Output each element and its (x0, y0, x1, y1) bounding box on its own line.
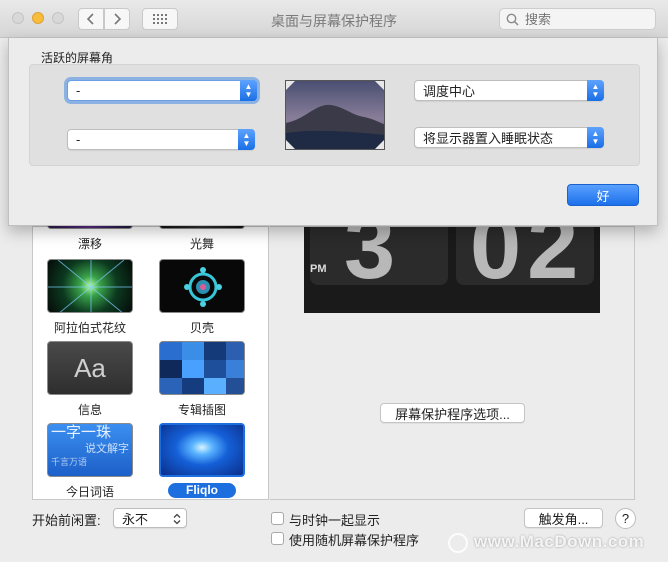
window-titlebar: 桌面与屏幕保护程序 (0, 0, 668, 38)
screensaver-label: 光舞 (189, 237, 214, 251)
hot-corners-sheet: 活跃的屏幕角 - ▲ ▼ - ▲ ▼ 调度中心 ▲ ▼ 将显示器置入睡眠状态 ▲ ▼ (8, 38, 658, 226)
screensaver-label-selected: Fliqlo (168, 483, 236, 498)
show-with-clock-checkbox[interactable] (271, 512, 284, 525)
bottom-left-corner-value: - (76, 132, 81, 147)
preview-pane: 3 02 PM 屏幕保护程序选项... (270, 226, 635, 500)
stepper-icon: ▲ ▼ (238, 129, 255, 150)
screensaver-thumbnail (159, 423, 245, 477)
top-left-corner-value: - (76, 83, 81, 98)
corner-indicator-icon (375, 140, 384, 149)
top-right-corner-popup[interactable]: 调度中心 ▲ ▼ (414, 80, 604, 101)
shell-pattern-icon (184, 267, 222, 307)
help-button[interactable]: ? (615, 508, 636, 529)
screensaver-options-button[interactable]: 屏幕保护程序选项... (380, 403, 525, 423)
thumbnail-text: Aa (74, 352, 106, 383)
screensaver-thumbnail: Aa (47, 341, 133, 395)
screensaver-item[interactable]: 专辑插图 (157, 341, 247, 418)
screensaver-item[interactable]: 阿拉伯式花纹 (45, 259, 135, 336)
screensaver-label: 今日词语 (65, 485, 114, 499)
search-icon (506, 13, 519, 26)
corner-indicator-icon (375, 81, 384, 90)
top-left-corner-popup[interactable]: - ▲ ▼ (67, 80, 257, 101)
album-grid-icon (160, 342, 244, 394)
search-field[interactable] (499, 8, 656, 30)
screensaver-label: 阿拉伯式花纹 (53, 321, 126, 335)
screensaver-item[interactable]: 一字一珠 说文解字 千言万语 今日词语 (45, 423, 135, 500)
start-after-label: 开始前闲置: (32, 513, 101, 528)
thumbnail-line: 一字一珠 (51, 424, 112, 441)
bottom-right-corner-popup[interactable]: 将显示器置入睡眠状态 ▲ ▼ (414, 127, 604, 148)
random-screensaver-checkbox[interactable] (271, 532, 284, 545)
clock-hour: 3 (344, 227, 396, 298)
search-input[interactable] (523, 10, 643, 28)
start-after-value: 永不 (122, 511, 149, 527)
start-after-popup[interactable]: 永不 (113, 508, 187, 528)
stepper-icon (173, 513, 181, 525)
screensaver-label: 专辑插图 (177, 403, 226, 417)
show-with-clock-label: 与时钟一起显示 (289, 513, 381, 528)
ok-button[interactable]: 好 (567, 184, 639, 206)
screensaver-label: 漂移 (77, 237, 102, 251)
watermark-logo-icon (448, 533, 468, 553)
arabesque-pattern-icon (48, 260, 132, 312)
screensaver-thumbnail (159, 259, 245, 313)
clock-minute: 02 (470, 227, 585, 298)
stepper-icon: ▲ ▼ (587, 80, 604, 101)
screensaver-thumbnail (47, 259, 133, 313)
thumbnail-line: 千言万语 (51, 457, 88, 467)
screensaver-label: 贝壳 (189, 321, 214, 335)
screensaver-label: 信息 (77, 403, 102, 417)
screensaver-thumbnail: 一字一珠 说文解字 千言万语 (47, 423, 133, 477)
screensaver-item-selected[interactable]: Fliqlo (157, 423, 247, 498)
bottom-right-corner-value: 将显示器置入睡眠状态 (423, 131, 554, 146)
corner-indicator-icon (286, 140, 295, 149)
stepper-icon: ▲ ▼ (240, 80, 257, 101)
catalina-wallpaper-icon (286, 81, 384, 149)
top-right-corner-value: 调度中心 (423, 84, 476, 99)
stepper-icon: ▲ ▼ (587, 127, 604, 148)
clock-am-pm: PM (310, 263, 327, 275)
thumbnail-line: 说文解字 (85, 443, 129, 455)
screensaver-item[interactable]: Aa 信息 (45, 341, 135, 418)
hot-corners-button[interactable]: 触发角... (524, 508, 603, 528)
screensaver-item[interactable]: 贝壳 (157, 259, 247, 336)
random-screensaver-label: 使用随机屏幕保护程序 (289, 533, 420, 548)
corner-indicator-icon (286, 81, 295, 90)
screensaver-thumbnail (159, 341, 245, 395)
clock-preview: 3 02 PM (304, 227, 600, 313)
desktop-preview-thumbnail (285, 80, 385, 150)
watermark-text: www.MacDown.com (474, 532, 645, 551)
screensaver-list[interactable]: 漂移 光舞 阿拉伯式花纹 贝壳 Aa 信息 专辑插图 一字一珠 说文解字 千言万… (32, 211, 269, 500)
bottom-left-corner-popup[interactable]: - ▲ ▼ (67, 129, 255, 150)
